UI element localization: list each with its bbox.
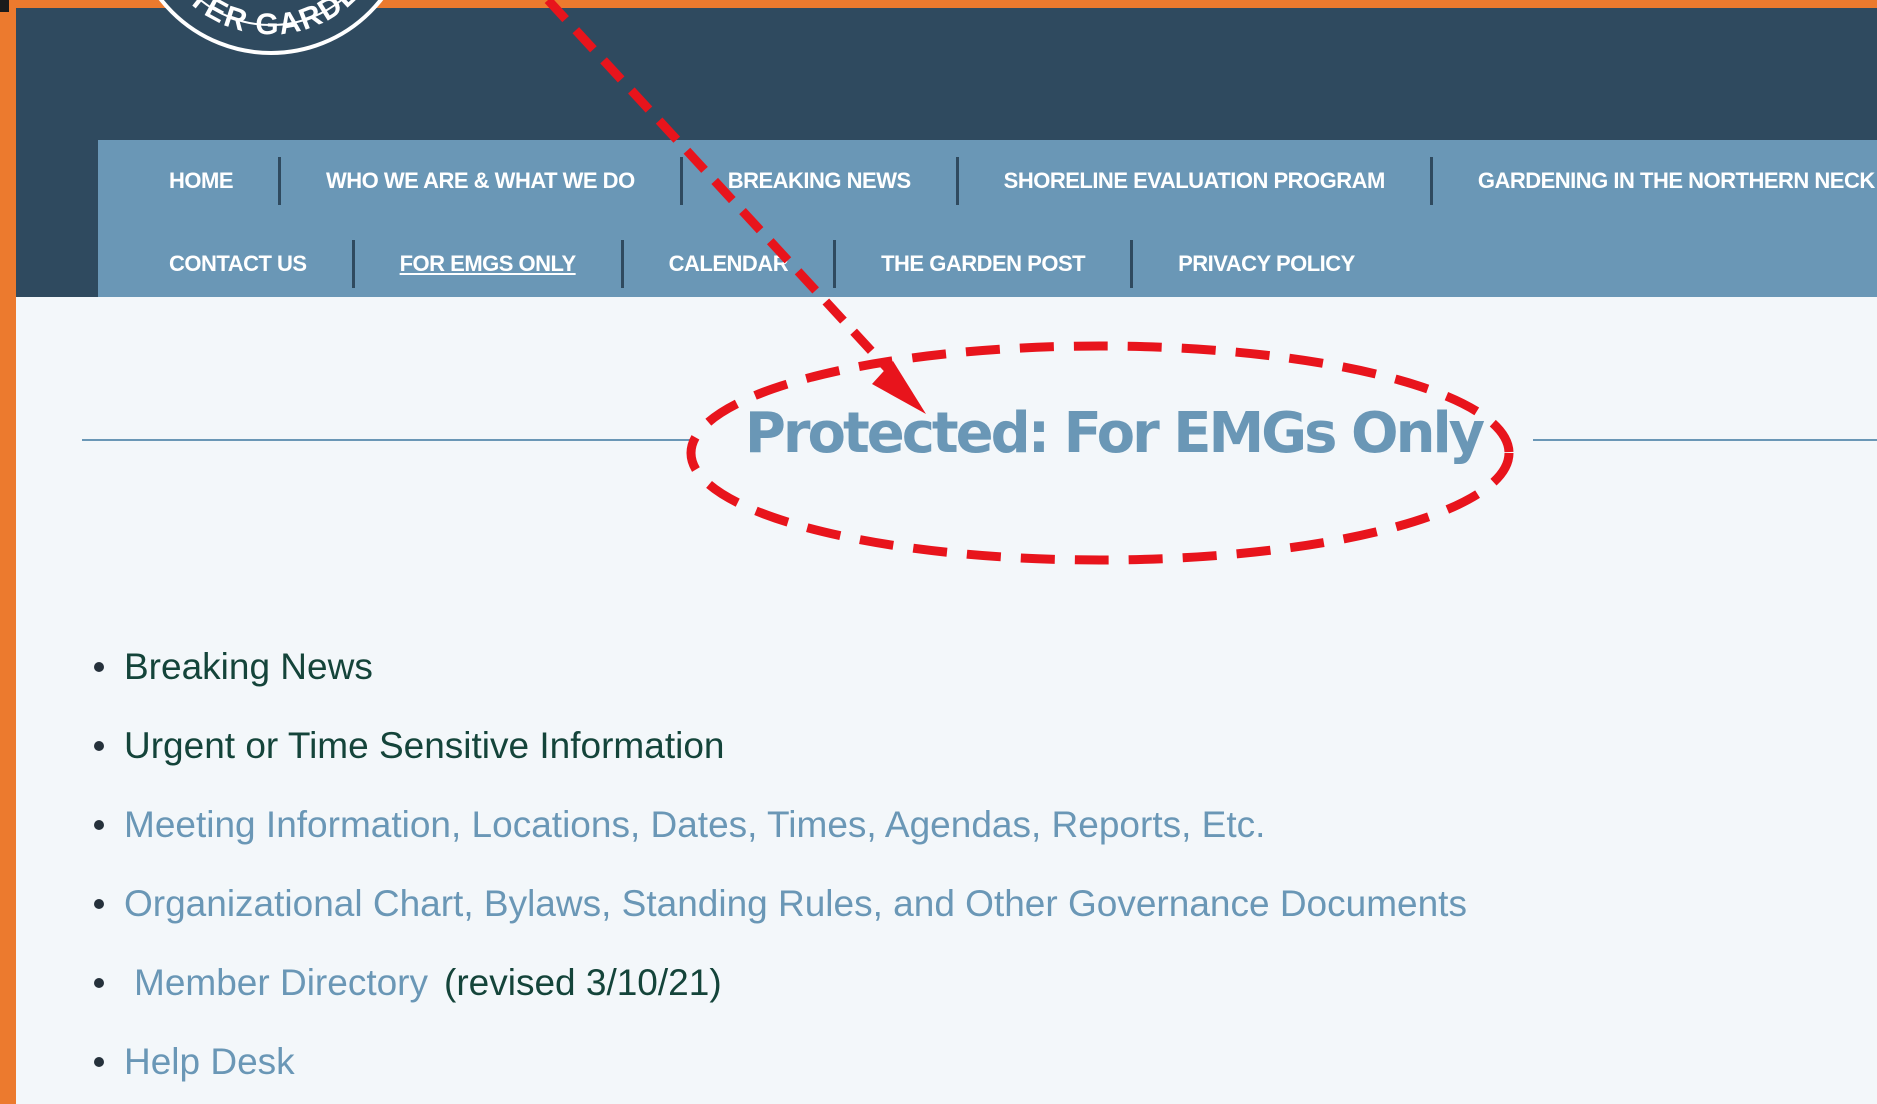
frame-left-border — [0, 0, 16, 1104]
nav-row-2: CONTACT US FOR EMGS ONLY CALENDAR THE GA… — [98, 223, 1400, 305]
nav-breaking-news[interactable]: BREAKING NEWS — [683, 157, 959, 205]
main-navigation: HOME WHO WE ARE & WHAT WE DO BREAKING NE… — [98, 140, 1877, 305]
list-item: Organizational Chart, Bylaws, Standing R… — [72, 864, 1467, 943]
governance-documents-link[interactable]: Organizational Chart, Bylaws, Standing R… — [124, 883, 1467, 925]
master-gardener-logo[interactable]: ASTER GARDENE — [126, 0, 416, 93]
list-item: Help Desk — [72, 1022, 1467, 1101]
title-divider-right — [1533, 439, 1877, 441]
list-item: Member Directory (revised 3/10/21) — [72, 943, 1467, 1022]
title-divider-left — [82, 439, 694, 441]
help-desk-link[interactable]: Help Desk — [124, 1041, 295, 1083]
nav-gardening-northern-neck[interactable]: GARDENING IN THE NORTHERN NECK — [1433, 157, 1877, 205]
list-item: Meeting Information, Locations, Dates, T… — [72, 785, 1467, 864]
nav-who-we-are[interactable]: WHO WE ARE & WHAT WE DO — [281, 157, 683, 205]
nav-for-emgs-only[interactable]: FOR EMGS ONLY — [355, 240, 624, 288]
nav-row-1: HOME WHO WE ARE & WHAT WE DO BREAKING NE… — [98, 140, 1877, 222]
member-links-list: Breaking News Urgent or Time Sensitive I… — [72, 627, 1467, 1101]
page-title: Protected: For EMGs Only — [744, 401, 1485, 466]
page-content: Protected: For EMGs Only Breaking News U… — [16, 297, 1877, 1104]
nav-shoreline-evaluation[interactable]: SHORELINE EVALUATION PROGRAM — [959, 157, 1433, 205]
nav-home[interactable]: HOME — [98, 157, 281, 205]
directory-revision-note: (revised 3/10/21) — [444, 961, 722, 1003]
meeting-info-link[interactable]: Meeting Information, Locations, Dates, T… — [124, 804, 1265, 846]
frame-corner — [0, 0, 9, 12]
nav-contact-us[interactable]: CONTACT US — [98, 240, 355, 288]
nav-calendar[interactable]: CALENDAR — [624, 240, 837, 288]
nav-privacy-policy[interactable]: PRIVACY POLICY — [1133, 240, 1400, 288]
list-item: Urgent or Time Sensitive Information — [72, 706, 1467, 785]
member-directory-link[interactable]: Member Directory — [134, 962, 428, 1004]
list-item: Breaking News — [72, 627, 1467, 706]
urgent-info-link[interactable]: Urgent or Time Sensitive Information — [124, 725, 724, 767]
nav-garden-post[interactable]: THE GARDEN POST — [836, 240, 1134, 288]
breaking-news-link[interactable]: Breaking News — [124, 646, 373, 688]
site-header: ASTER GARDENE HOME WHO WE ARE & WHAT WE … — [16, 0, 1877, 305]
